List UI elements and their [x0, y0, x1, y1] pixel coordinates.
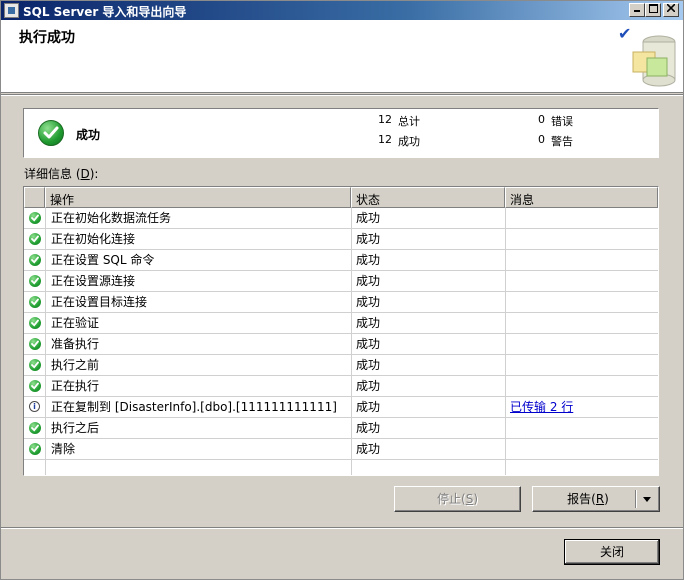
- row-action: 执行之后: [51, 421, 100, 435]
- success-icon: [29, 380, 41, 392]
- row-status: 成功: [356, 253, 381, 267]
- report-dropdown-divider: [635, 490, 637, 508]
- success-count: 12: [378, 133, 392, 146]
- row-status: 成功: [356, 379, 381, 393]
- success-icon: [29, 338, 41, 350]
- header-divider: [1, 94, 683, 96]
- close-icon: [666, 3, 676, 13]
- close-window-button[interactable]: [663, 3, 679, 17]
- minimize-button[interactable]: [629, 3, 645, 17]
- app-icon: [4, 3, 19, 18]
- info-icon: i: [29, 401, 40, 412]
- row-action: 正在执行: [51, 379, 100, 393]
- close-button[interactable]: 关闭: [564, 539, 660, 565]
- row-action: 清除: [51, 442, 76, 456]
- row-message-link[interactable]: 已传输 2 行: [510, 397, 573, 417]
- row-status: 成功: [356, 442, 381, 456]
- success-label: 成功: [398, 135, 420, 148]
- title-bar[interactable]: SQL Server 导入和导出向导: [1, 1, 683, 20]
- column-header-action[interactable]: 操作: [45, 187, 351, 208]
- table-row[interactable]: 准备执行 成功: [24, 334, 658, 355]
- success-icon: [29, 254, 41, 266]
- column-header-message[interactable]: 消息: [505, 187, 658, 208]
- row-action: 正在验证: [51, 316, 100, 330]
- table-row[interactable]: 正在验证 成功: [24, 313, 658, 334]
- row-status: 成功: [356, 211, 381, 225]
- success-icon: [29, 296, 41, 308]
- maximize-button[interactable]: [645, 3, 661, 17]
- stop-button[interactable]: 停止(S): [394, 486, 521, 512]
- success-icon: [29, 212, 41, 224]
- table-row[interactable]: 清除 成功: [24, 439, 658, 460]
- table-row[interactable]: 正在设置目标连接 成功: [24, 292, 658, 313]
- overall-status: 成功: [76, 128, 101, 142]
- icon-column-header[interactable]: [24, 187, 45, 208]
- table-row[interactable]: 执行之后 成功: [24, 418, 658, 439]
- row-status: 成功: [356, 295, 381, 309]
- chevron-down-icon[interactable]: [643, 497, 651, 502]
- row-action: 正在初始化数据流任务: [51, 211, 172, 225]
- row-action: 正在复制到 [DisasterInfo].[dbo].[111111111111…: [51, 400, 337, 414]
- row-action: 正在设置 SQL 命令: [51, 253, 155, 267]
- row-status: 成功: [356, 337, 381, 351]
- table-row[interactable]: 正在设置 SQL 命令 成功: [24, 250, 658, 271]
- error-label: 错误: [551, 115, 573, 128]
- success-icon: [38, 120, 64, 146]
- row-action: 执行之前: [51, 358, 100, 372]
- success-icon: [29, 422, 41, 434]
- row-action: 正在设置源连接: [51, 274, 136, 288]
- row-status: 成功: [356, 316, 381, 330]
- maximize-icon: [648, 4, 658, 13]
- details-label: 详细信息 (D):: [24, 167, 99, 181]
- column-header-status[interactable]: 状态: [351, 187, 505, 208]
- row-status: 成功: [356, 274, 381, 288]
- row-status: 成功: [356, 358, 381, 372]
- total-label: 总计: [398, 115, 420, 128]
- page-title: 执行成功: [19, 30, 75, 46]
- row-status: 成功: [356, 232, 381, 246]
- table-row[interactable]: i 正在复制到 [DisasterInfo].[dbo].[11111111111…: [24, 397, 658, 418]
- wizard-header: 执行成功 ✔: [1, 20, 683, 93]
- table-row[interactable]: 正在设置源连接 成功: [24, 271, 658, 292]
- warning-label: 警告: [551, 135, 573, 148]
- minimize-icon: [634, 10, 640, 12]
- window-title: SQL Server 导入和导出向导: [23, 5, 187, 19]
- table-row[interactable]: 正在初始化连接 成功: [24, 229, 658, 250]
- row-status: 成功: [356, 421, 381, 435]
- error-count: 0: [538, 113, 545, 126]
- summary-panel: 成功 12 总计 12 成功 0 错误 0 警告: [23, 108, 659, 158]
- row-status: 成功: [356, 400, 381, 414]
- details-table[interactable]: 操作 状态 消息 正在初始化数据流任务 成功 正在初始化连接 成功 正在设置 SQL 命…: [23, 186, 659, 476]
- row-action: 正在设置目标连接: [51, 295, 148, 309]
- report-button[interactable]: 报告(R): [532, 486, 660, 512]
- warning-count: 0: [538, 133, 545, 146]
- wizard-window: SQL Server 导入和导出向导 执行成功 ✔ 成功 12 总计 12 成功: [0, 0, 684, 580]
- success-icon: [29, 233, 41, 245]
- success-icon: [29, 275, 41, 287]
- footer-divider: [1, 527, 683, 529]
- total-count: 12: [378, 113, 392, 126]
- success-icon: [29, 443, 41, 455]
- table-row[interactable]: 正在初始化数据流任务 成功: [24, 208, 658, 229]
- success-icon: [29, 359, 41, 371]
- row-action: 准备执行: [51, 337, 100, 351]
- table-row[interactable]: 正在执行 成功: [24, 376, 658, 397]
- row-action: 正在初始化连接: [51, 232, 136, 246]
- details-access-key: D: [80, 167, 90, 181]
- success-icon: [29, 317, 41, 329]
- table-header: 操作 状态 消息: [24, 187, 658, 208]
- wizard-banner-icon: [632, 35, 676, 87]
- table-row[interactable]: 执行之前 成功: [24, 355, 658, 376]
